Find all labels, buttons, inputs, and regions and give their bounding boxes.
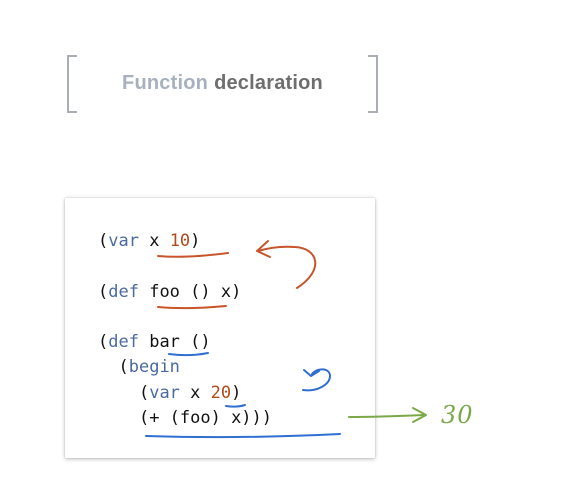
code-line-begin: (begin — [118, 357, 180, 377]
code-line-var-x-20: (var x 20) — [138, 383, 242, 403]
title-word-declaration: declaration — [214, 72, 323, 94]
code-line-call-foo: (+ (foo) x))) — [138, 408, 273, 428]
title-word-function: Function — [122, 72, 209, 94]
code-card: (var x 10) (def foo () x) (def bar () (b… — [65, 198, 375, 458]
result-value: 30 — [441, 401, 474, 429]
slide-title: Function declaration — [67, 72, 378, 95]
code-line-var-x-10: (var x 10) — [98, 231, 201, 251]
code-line-def-bar: (def bar () — [98, 332, 211, 352]
code-line-def-foo: (def foo () x) — [98, 282, 242, 302]
title-bracket: Function declaration — [67, 55, 378, 113]
green-arrowhead — [412, 407, 427, 423]
